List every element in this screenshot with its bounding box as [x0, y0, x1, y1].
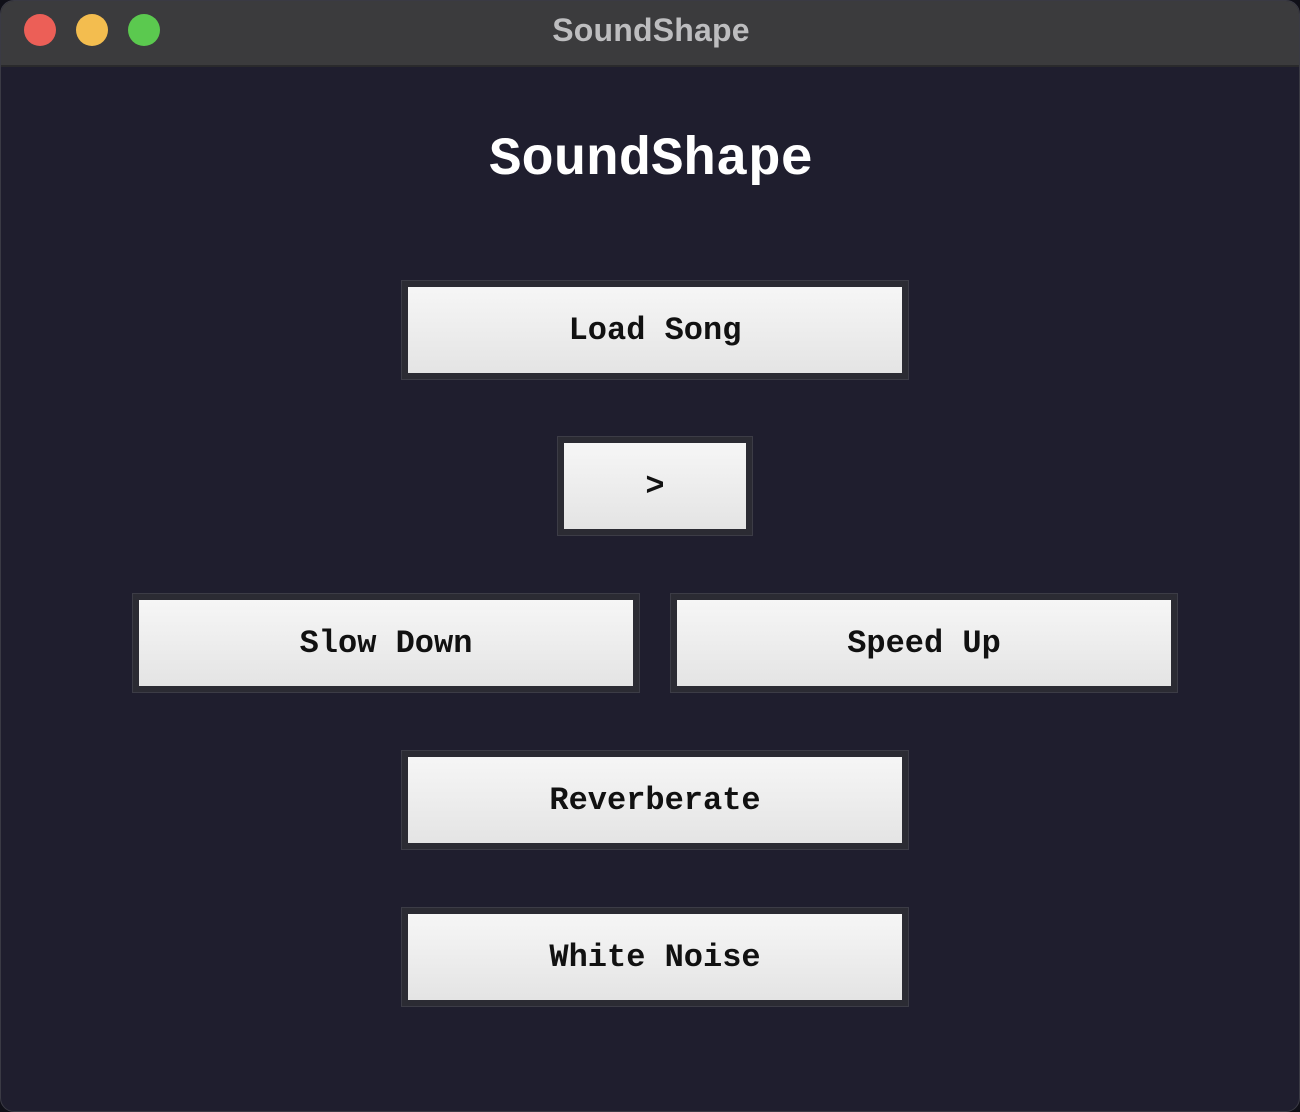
load-song-button[interactable]: Load Song [401, 280, 909, 380]
app-window: SoundShape SoundShape Load Song > Slow D… [0, 0, 1300, 1112]
slow-down-label: Slow Down [299, 624, 473, 662]
play-label: > [645, 467, 665, 505]
reverberate-label: Reverberate [549, 781, 761, 819]
reverberate-button[interactable]: Reverberate [401, 750, 909, 850]
window-title: SoundShape [552, 12, 750, 48]
speed-up-button[interactable]: Speed Up [670, 593, 1178, 693]
app-heading: SoundShape [488, 130, 814, 191]
slow-down-button[interactable]: Slow Down [132, 593, 640, 693]
speed-up-label: Speed Up [847, 624, 1001, 662]
white-noise-label: White Noise [549, 938, 761, 976]
title-bar[interactable]: SoundShape [1, 1, 1299, 67]
white-noise-button[interactable]: White Noise [401, 907, 909, 1007]
play-button[interactable]: > [557, 436, 753, 536]
load-song-label: Load Song [568, 311, 742, 349]
